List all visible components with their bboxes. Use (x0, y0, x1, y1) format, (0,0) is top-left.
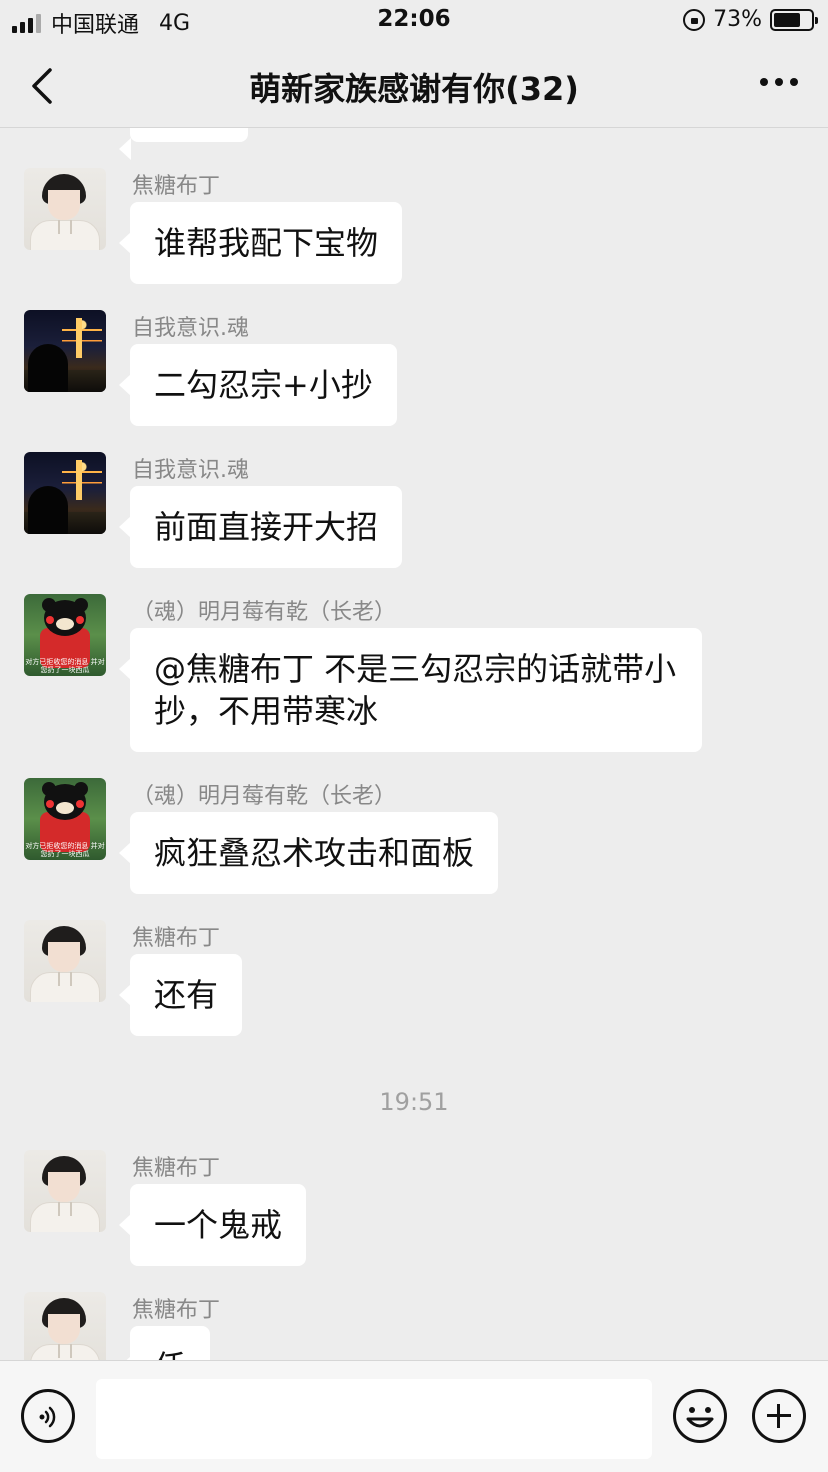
status-bar: 中国联通 4G 22:06 73% (0, 0, 828, 44)
message-timestamp: 19:51 (379, 1088, 449, 1116)
boy-avatar[interactable] (24, 168, 106, 250)
chevron-left-icon[interactable] (22, 64, 66, 108)
sender-name: （魂）明月莓有乾（长老） (132, 600, 397, 625)
message-bubble[interactable]: 谁帮我配下宝物 (118, 202, 403, 284)
bear-avatar[interactable]: 对方已拒收您的消息 并对您扔了一块西瓜 (24, 778, 106, 860)
message-bubble[interactable]: 仸 (118, 1326, 211, 1360)
battery-fill (774, 12, 801, 27)
boy-avatar[interactable] (24, 1150, 106, 1232)
night-city-avatar[interactable] (24, 452, 106, 534)
battery-icon (770, 8, 818, 31)
nav-bar: 萌新家族感谢有你(32) (0, 44, 828, 128)
sender-name: 自我意识.魂 (132, 316, 249, 341)
input-bar (0, 1360, 828, 1472)
message-bubble[interactable]: @焦糖布丁 不是三勾忍宗的话就带小抄，不用带寒冰 (119, 628, 702, 752)
plus-icon[interactable] (752, 1389, 806, 1443)
more-dots-icon[interactable] (760, 78, 798, 86)
message-bubble[interactable]: 二勾忍宗+小抄 (119, 344, 397, 426)
emoji-icon[interactable] (673, 1389, 727, 1443)
battery-percent: 73% (713, 7, 762, 32)
sender-name: 焦糖布丁 (132, 174, 221, 199)
night-city-avatar[interactable] (24, 310, 106, 392)
chat-area[interactable]: 焦糖布丁 谁帮我配下宝物 自我意识.魂 二勾忍宗+小抄 自我意识.魂 前面直接开… (0, 128, 828, 1360)
message-bubble[interactable]: 一个鬼戒 (118, 1184, 307, 1266)
partial-bubble (119, 128, 248, 160)
sender-name: 自我意识.魂 (132, 458, 249, 483)
bear-avatar-caption: 对方已拒收您的消息 并对您扔了一块西瓜 (25, 842, 105, 858)
status-bar-right: 73% (683, 7, 818, 32)
voice-icon[interactable] (21, 1389, 75, 1443)
bear-avatar-caption: 对方已拒收您的消息 并对您扔了一块西瓜 (25, 658, 105, 674)
chat-title: 萌新家族感谢有你(32) (249, 70, 579, 108)
message-bubble[interactable]: 还有 (118, 954, 243, 1036)
sender-name: 焦糖布丁 (132, 1156, 221, 1181)
message-input[interactable] (96, 1379, 652, 1459)
bear-avatar[interactable]: 对方已拒收您的消息 并对您扔了一块西瓜 (24, 594, 106, 676)
sender-name: 焦糖布丁 (132, 926, 221, 951)
message-bubble[interactable]: 疯狂叠忍术攻击和面板 (118, 812, 499, 894)
rotation-lock-icon (683, 8, 706, 31)
boy-avatar[interactable] (24, 920, 106, 1002)
boy-avatar[interactable] (24, 1292, 106, 1360)
message-bubble[interactable]: 前面直接开大招 (118, 486, 403, 568)
sender-name: （魂）明月莓有乾（长老） (132, 784, 397, 809)
sender-name: 焦糖布丁 (132, 1298, 221, 1323)
